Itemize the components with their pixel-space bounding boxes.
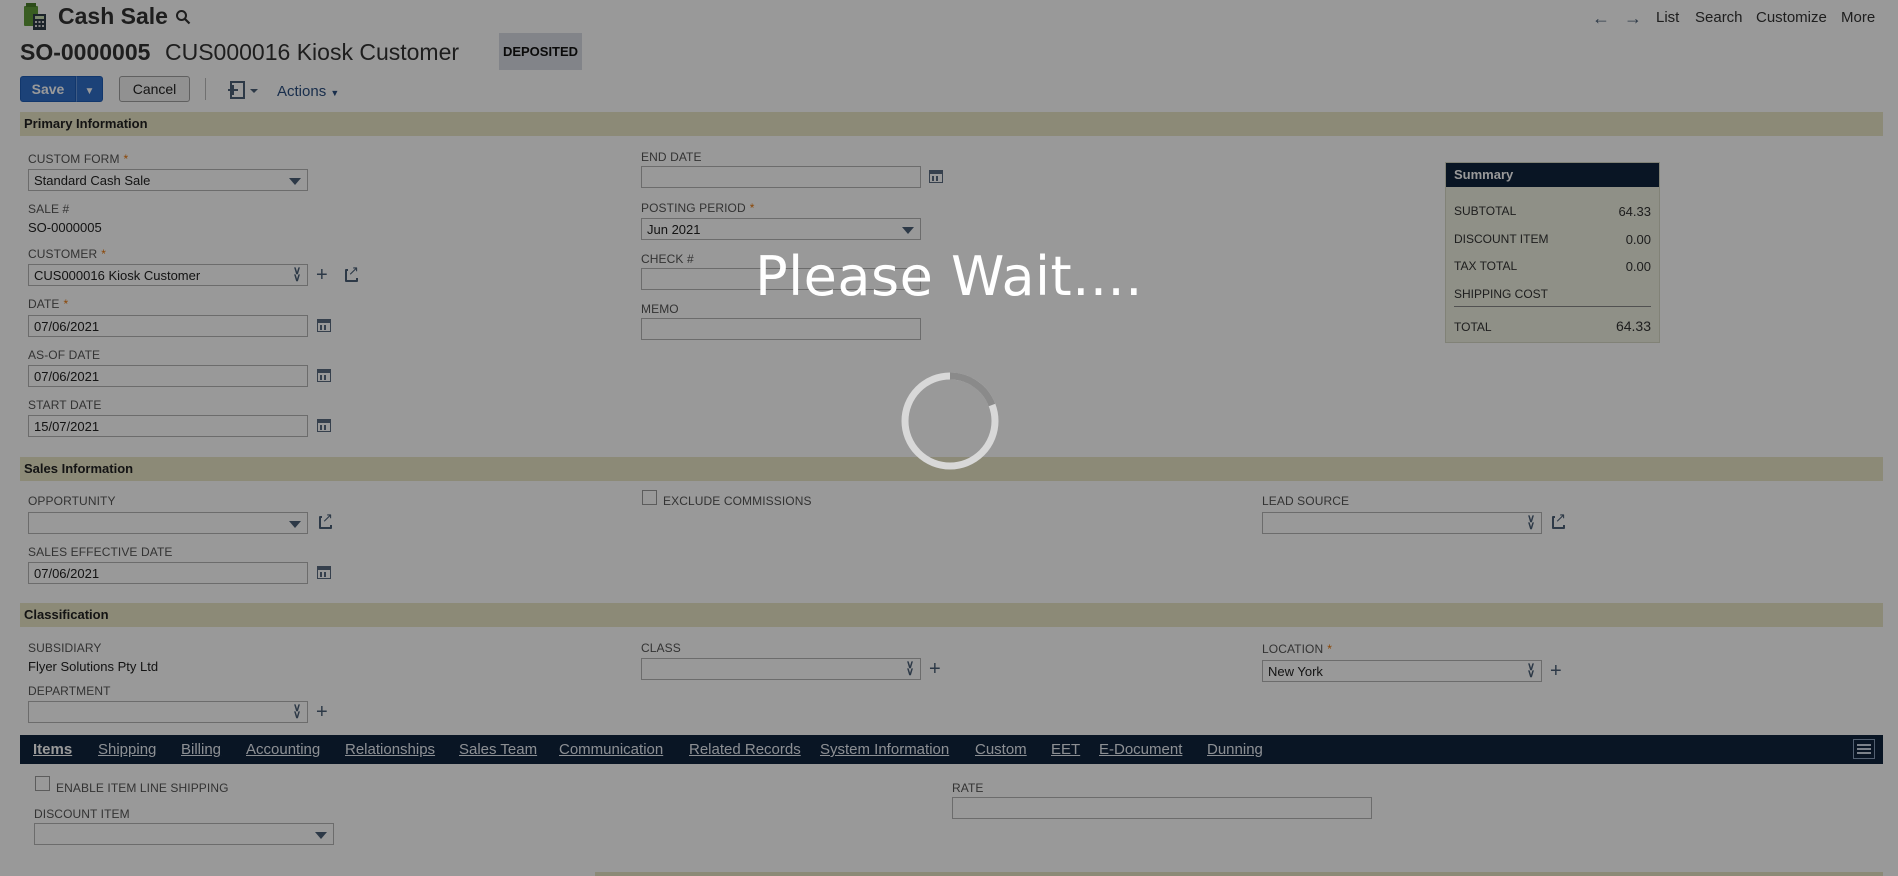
please-wait-message: Please Wait.... [755,245,1143,308]
loading-spinner-icon [900,371,1000,471]
